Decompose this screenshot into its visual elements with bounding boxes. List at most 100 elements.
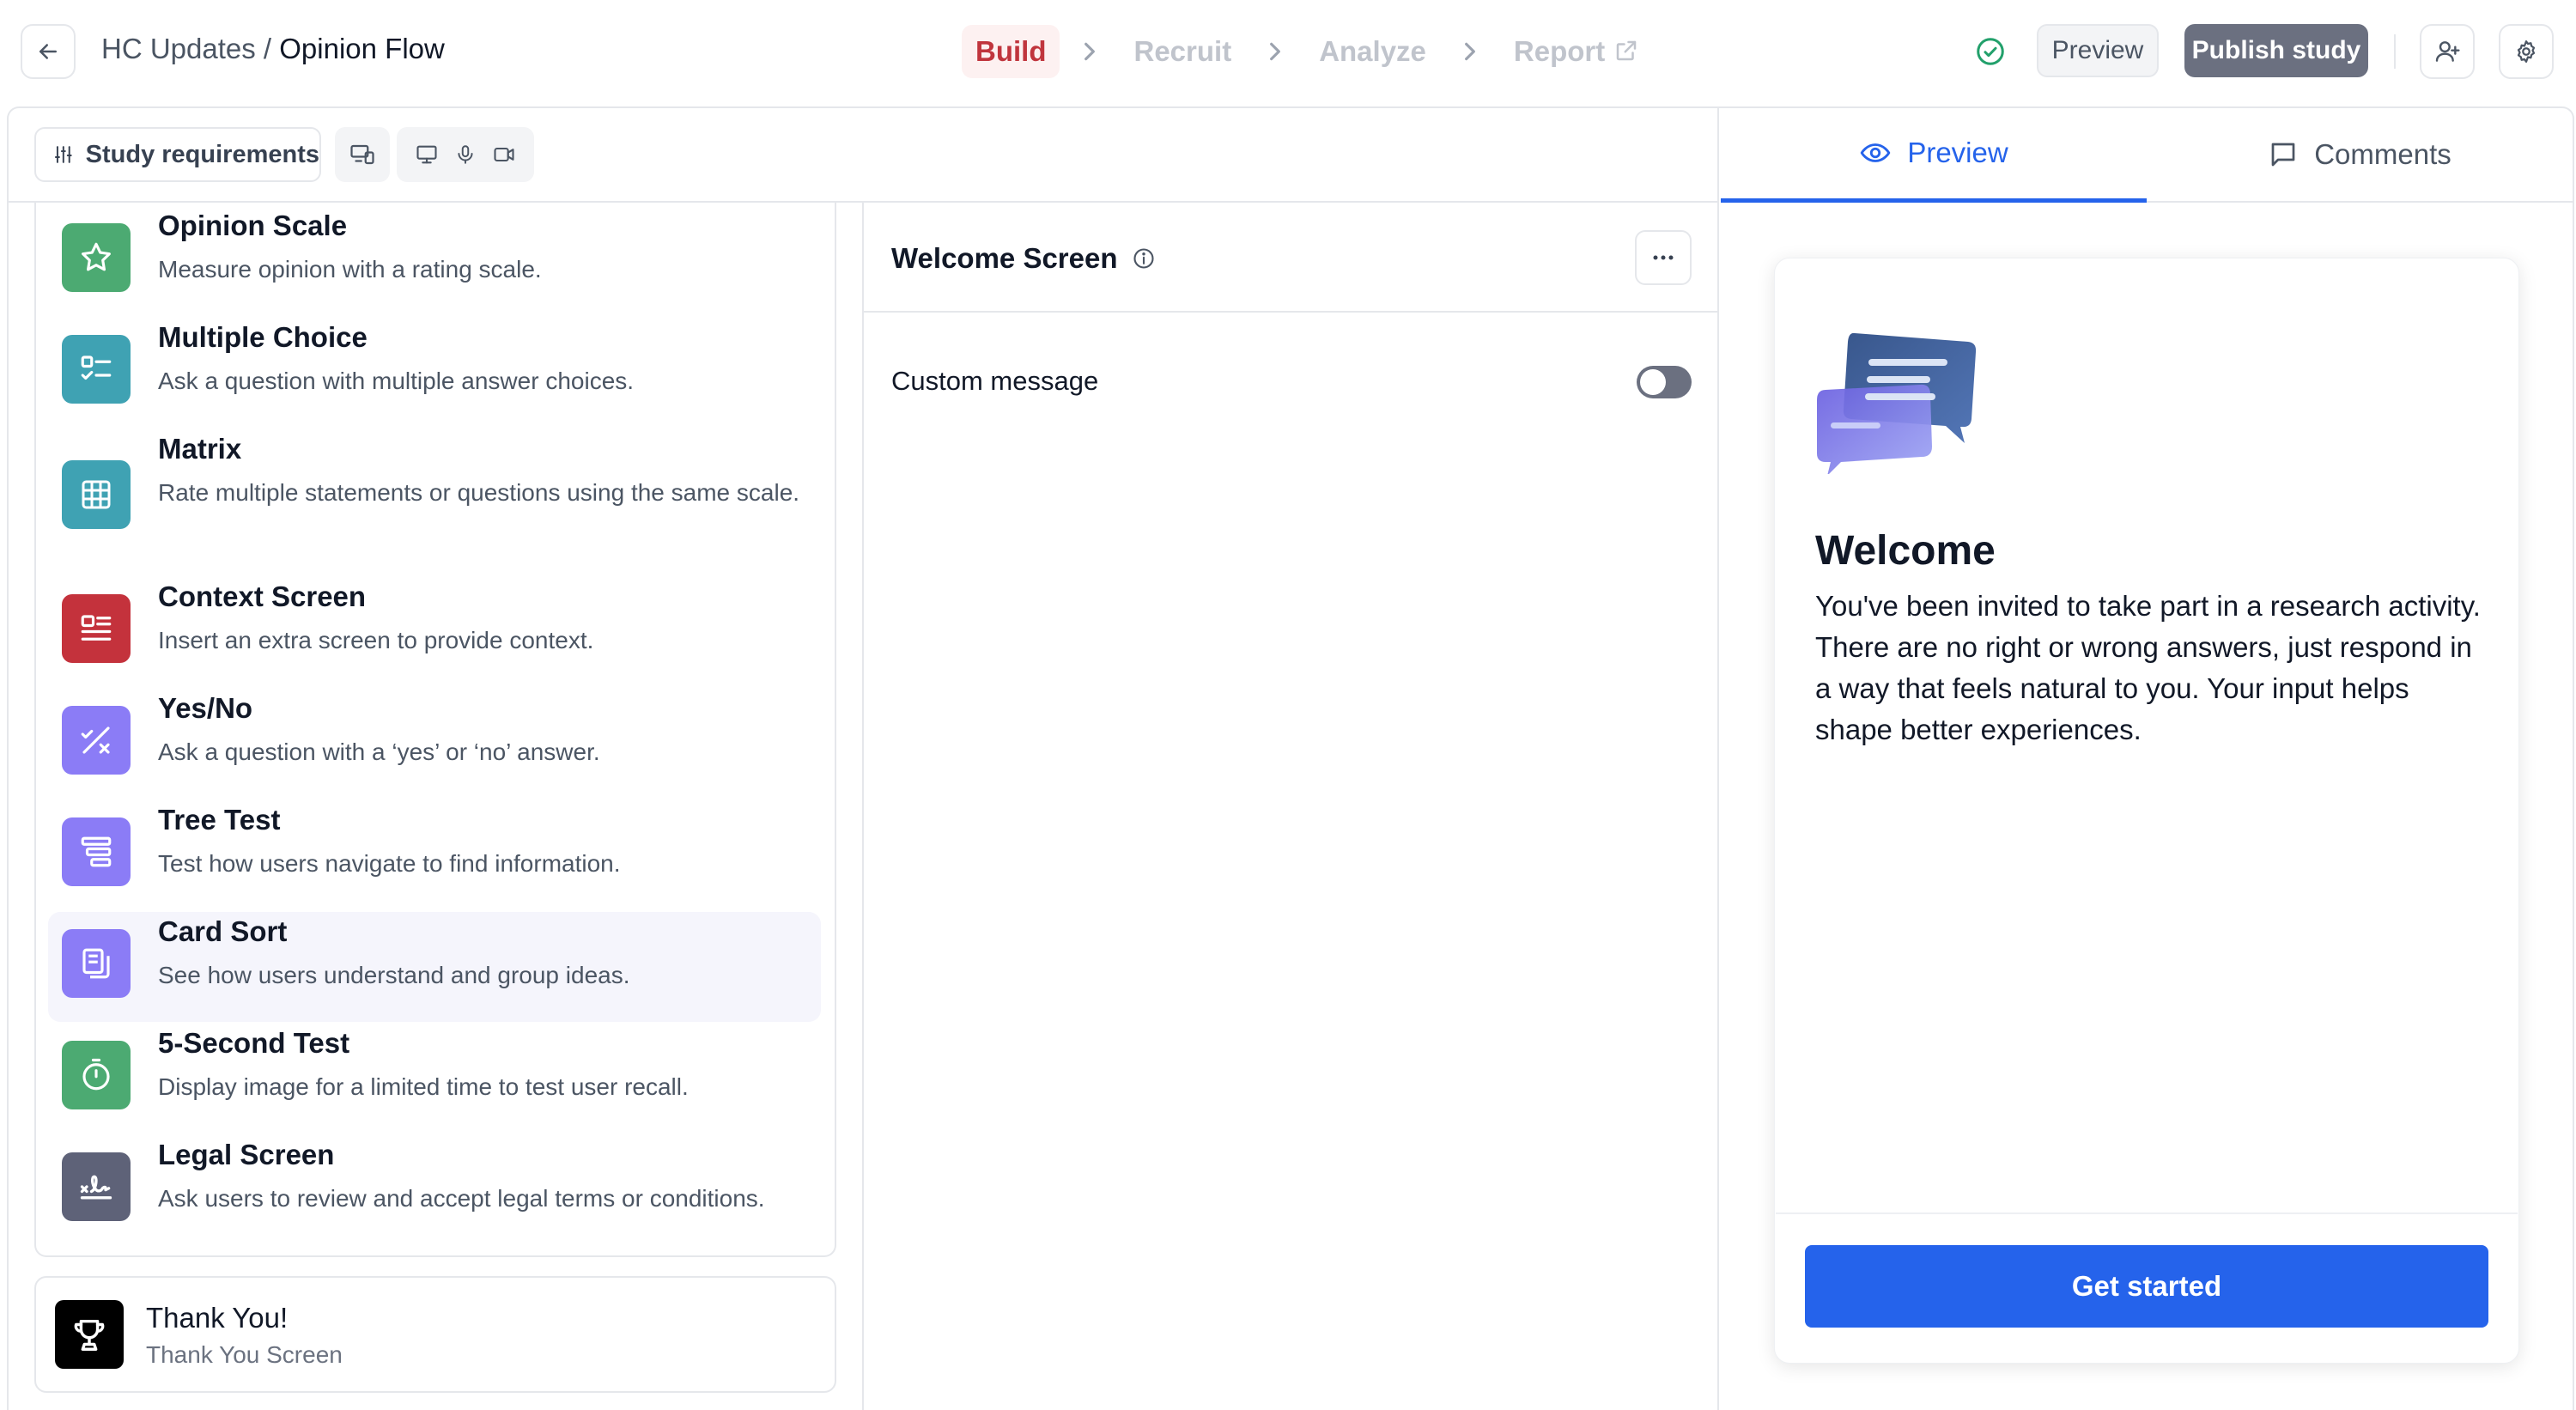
step-report-label: Report — [1513, 35, 1606, 67]
add-collaborator-button[interactable] — [2420, 24, 2475, 79]
chevron-right-icon — [1084, 42, 1096, 61]
desktop-icon — [416, 145, 437, 164]
info-icon[interactable] — [1132, 246, 1156, 270]
step-recruit[interactable]: Recruit — [1120, 25, 1245, 78]
more-options-button[interactable] — [1635, 230, 1692, 285]
block-title: Opinion Scale — [158, 210, 348, 241]
block-title: Card Sort — [158, 915, 288, 947]
block-description: See how users understand and group ideas… — [158, 962, 630, 988]
block-title: Context Screen — [158, 580, 367, 612]
study-requirements-label: Study requirements — [85, 140, 319, 168]
settings-button[interactable] — [2499, 24, 2554, 79]
eye-icon — [1861, 143, 1891, 162]
chevron-right-icon — [1464, 42, 1475, 61]
tab-preview-label: Preview — [1907, 136, 2008, 168]
block-5-second-test[interactable]: 5-Second Test Display image for a limite… — [48, 1024, 821, 1133]
saved-check-icon — [1977, 38, 2004, 65]
publish-study-button[interactable]: Publish study — [2184, 24, 2368, 77]
block-icon-tile — [62, 1152, 131, 1221]
yes-no-icon — [81, 726, 110, 754]
cards-icon — [82, 948, 110, 979]
timer-icon — [82, 1058, 110, 1091]
tab-comments-label: Comments — [2314, 138, 2451, 170]
block-icon-tile — [62, 594, 131, 663]
toggle-knob — [1640, 369, 1666, 395]
star-icon — [82, 242, 111, 271]
block-description: Ask a question with a ‘yes’ or ‘no’ answ… — [158, 738, 600, 765]
editor-title-text: Welcome Screen — [891, 242, 1118, 274]
custom-message-toggle[interactable] — [1637, 366, 1692, 398]
thank-you-icon-tile — [55, 1300, 124, 1369]
block-tree-test[interactable]: Tree Test Test how users navigate to fin… — [48, 800, 821, 910]
block-description: Measure opinion with a rating scale. — [158, 256, 542, 283]
thank-you-title: Thank You! — [146, 1302, 289, 1334]
user-plus-icon — [2435, 41, 2460, 62]
step-build[interactable]: Build — [962, 25, 1060, 78]
card-footer-divider — [1776, 1212, 2518, 1214]
block-legal-screen[interactable]: Legal Screen Ask users to review and acc… — [48, 1135, 821, 1245]
preview-button[interactable]: Preview — [2037, 24, 2159, 77]
block-matrix[interactable]: Matrix Rate multiple statements or quest… — [48, 429, 821, 567]
breadcrumb: HC Updates / Opinion Flow — [101, 33, 445, 65]
step-analyze[interactable]: Analyze — [1305, 25, 1440, 78]
block-description: Rate multiple statements or questions us… — [158, 479, 800, 506]
block-icon-tile — [62, 335, 131, 404]
microphone-icon — [458, 145, 473, 164]
block-description: Insert an extra screen to provide contex… — [158, 627, 594, 653]
recording-requirements-chip[interactable] — [397, 127, 534, 182]
block-title: Legal Screen — [158, 1139, 335, 1170]
block-title: 5-Second Test — [158, 1027, 350, 1059]
block-description: Ask users to review and accept legal ter… — [158, 1185, 765, 1212]
get-started-button[interactable]: Get started — [1805, 1245, 2488, 1328]
block-icon-tile — [62, 929, 131, 998]
tree-icon — [81, 836, 112, 867]
device-requirement-chip[interactable] — [335, 127, 390, 182]
back-button[interactable] — [21, 24, 76, 79]
tab-preview[interactable]: Preview — [1721, 106, 2147, 203]
block-icon-tile — [62, 223, 131, 292]
chat-bubbles-illustration — [1817, 332, 1977, 474]
chevron-right-icon — [1270, 42, 1281, 61]
camera-icon — [494, 147, 514, 162]
block-icon-tile — [62, 460, 131, 529]
welcome-body: You've been invited to take part in a re… — [1815, 590, 2481, 745]
gear-icon — [2517, 40, 2536, 63]
trophy-icon — [74, 1319, 105, 1351]
block-description: Display image for a limited time to test… — [158, 1073, 689, 1100]
block-title: Multiple Choice — [158, 321, 368, 353]
context-icon — [81, 615, 112, 641]
tab-comments[interactable]: Comments — [2147, 106, 2573, 203]
block-card-sort[interactable]: Card Sort See how users understand and g… — [48, 912, 821, 1022]
checklist-icon — [81, 356, 112, 380]
thank-you-subtitle: Thank You Screen — [146, 1341, 343, 1368]
editor-title: Welcome Screen — [891, 242, 1156, 275]
more-horizontal-icon — [1653, 255, 1674, 260]
block-context-screen[interactable]: Context Screen Insert an extra screen to… — [48, 577, 821, 687]
external-link-icon — [1617, 41, 1637, 61]
breadcrumb-parent[interactable]: HC Updates — [101, 33, 256, 64]
breadcrumb-current: Opinion Flow — [279, 33, 445, 64]
study-steps: Build Recruit Analyze Report — [962, 24, 1653, 79]
block-icon-tile — [62, 706, 131, 775]
custom-message-label: Custom message — [891, 366, 1099, 396]
block-multiple-choice[interactable]: Multiple Choice Ask a question with mult… — [48, 318, 821, 428]
block-description: Test how users navigate to find informat… — [158, 850, 621, 877]
block-title: Tree Test — [158, 804, 281, 836]
thank-you-screen-item[interactable]: Thank You! Thank You Screen — [34, 1276, 836, 1393]
comment-icon — [2271, 143, 2295, 167]
block-description: Ask a question with multiple answer choi… — [158, 368, 635, 394]
devices-icon — [350, 144, 374, 165]
arrow-left-icon — [39, 44, 57, 59]
study-requirements-button[interactable]: Study requirements — [34, 127, 321, 182]
block-title: Yes/No — [158, 692, 253, 724]
block-opinion-scale[interactable]: Opinion Scale Measure opinion with a rat… — [48, 206, 821, 316]
panel-divider — [862, 203, 864, 1410]
step-report[interactable]: Report — [1500, 25, 1653, 78]
signature-icon — [80, 1175, 112, 1200]
sliders-icon — [54, 146, 72, 163]
block-yes-no[interactable]: Yes/No Ask a question with a ‘yes’ or ‘n… — [48, 689, 821, 799]
breadcrumb-separator: / — [255, 33, 280, 64]
block-icon-tile — [62, 817, 131, 886]
grid-icon — [82, 480, 111, 509]
block-title: Matrix — [158, 433, 242, 465]
